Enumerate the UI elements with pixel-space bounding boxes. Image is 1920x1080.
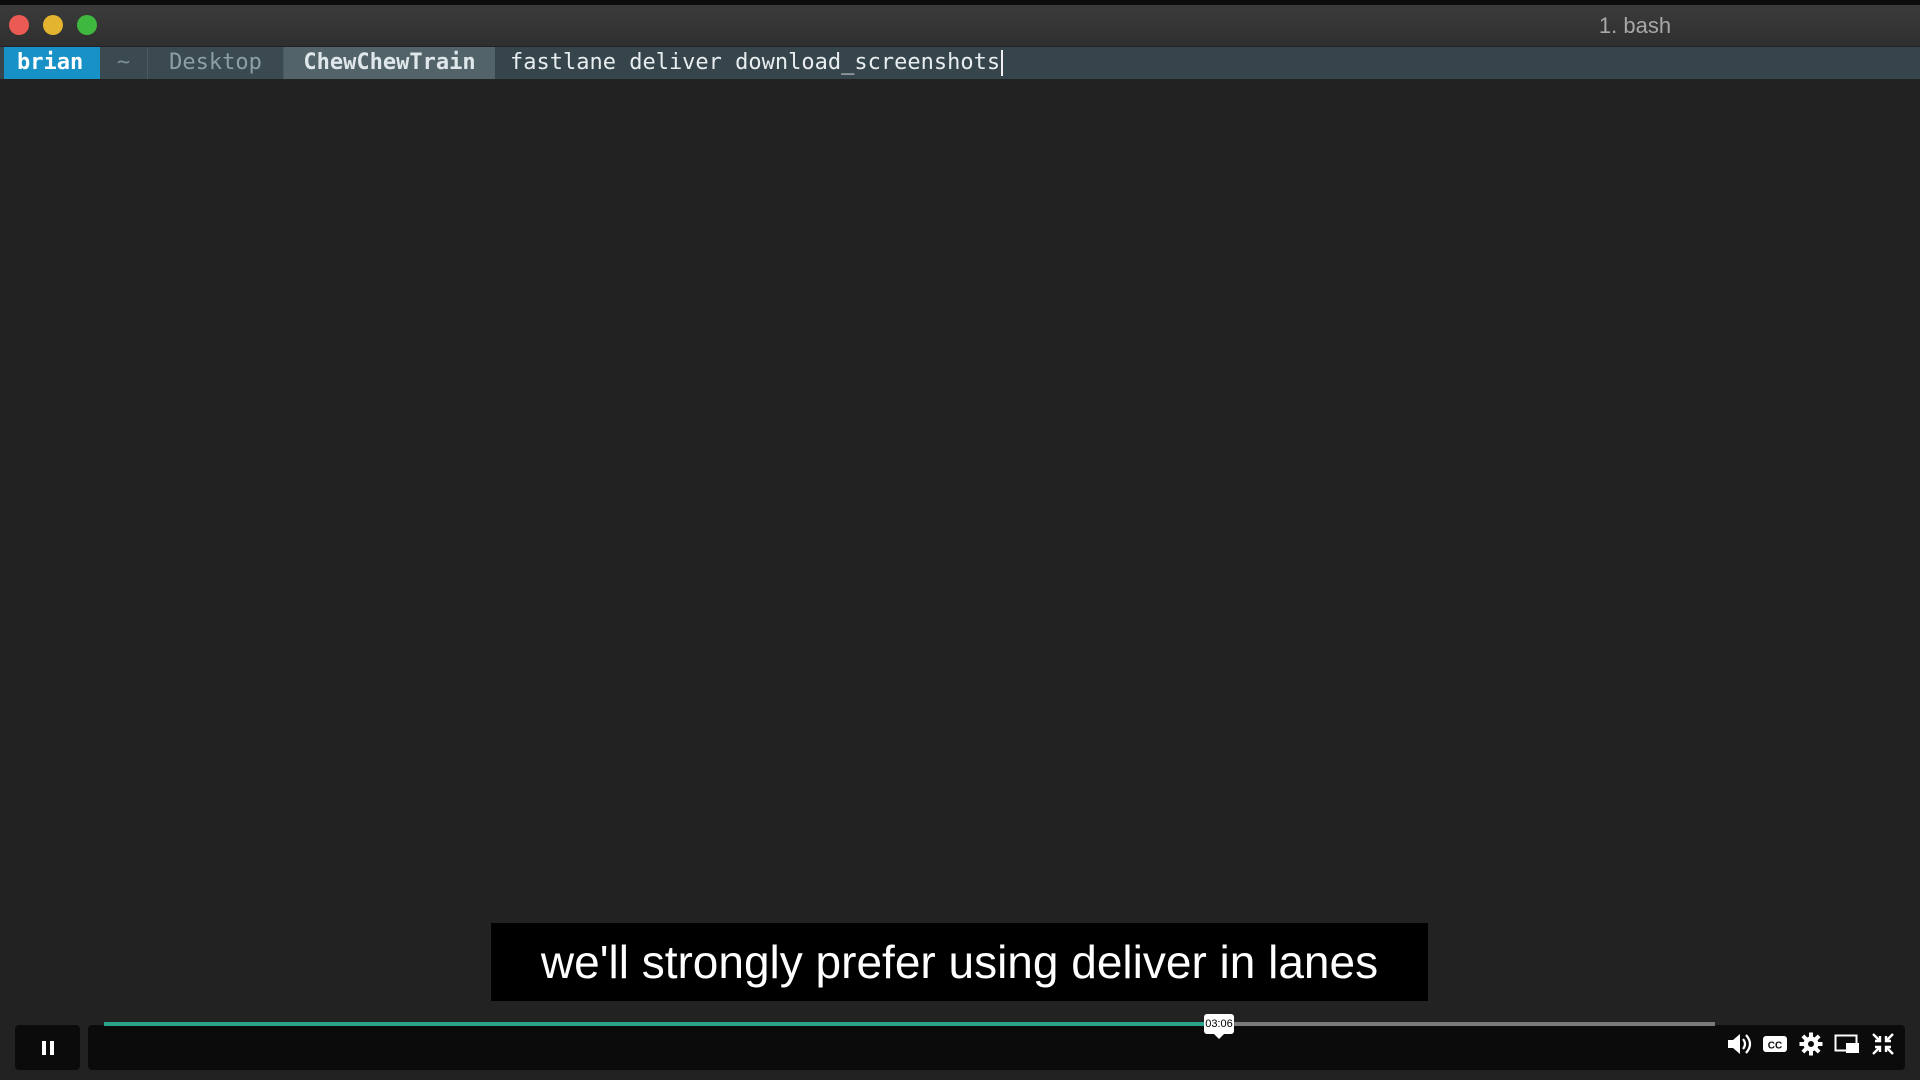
zoom-window-button[interactable] bbox=[77, 15, 97, 35]
command-text: fastlane deliver download_screenshots bbox=[510, 50, 1001, 75]
window-titlebar: 1. bash bbox=[0, 0, 1920, 46]
svg-text:CC: CC bbox=[1768, 1041, 1782, 1052]
pause-button[interactable] bbox=[15, 1025, 80, 1070]
subtitle-caption: we'll strongly prefer using deliver in l… bbox=[491, 923, 1428, 1001]
terminal-prompt-line: brian ~ Desktop ChewChewTrain fastlane d… bbox=[0, 47, 1920, 79]
close-window-button[interactable] bbox=[9, 15, 29, 35]
pip-button[interactable] bbox=[1833, 1030, 1861, 1058]
text-cursor bbox=[1001, 50, 1004, 76]
progress-bar[interactable] bbox=[104, 1022, 1715, 1026]
minimize-window-button[interactable] bbox=[43, 15, 63, 35]
prompt-path-desktop: Desktop bbox=[147, 47, 283, 79]
prompt-home-segment: ~ bbox=[100, 47, 147, 79]
settings-button[interactable] bbox=[1797, 1030, 1825, 1058]
pause-icon bbox=[41, 1040, 54, 1055]
volume-icon bbox=[1728, 1034, 1752, 1054]
cc-icon: CC bbox=[1763, 1036, 1787, 1052]
prompt-user-segment: brian bbox=[4, 47, 100, 79]
exit-fullscreen-icon bbox=[1872, 1033, 1894, 1055]
progress-fill bbox=[104, 1022, 1216, 1026]
video-controls bbox=[0, 1020, 1920, 1080]
prompt-path-repo: ChewChewTrain bbox=[283, 47, 495, 79]
time-tooltip: 03:06 bbox=[1204, 1014, 1234, 1039]
volume-button[interactable] bbox=[1725, 1030, 1753, 1058]
progress-bar-container bbox=[88, 1025, 1905, 1070]
captions-button[interactable]: CC bbox=[1761, 1030, 1789, 1058]
pip-icon bbox=[1834, 1034, 1859, 1053]
settings-icon bbox=[1799, 1032, 1823, 1056]
window-title: 1. bash bbox=[1598, 13, 1672, 38]
exit-fullscreen-button[interactable] bbox=[1869, 1030, 1897, 1058]
command-input[interactable]: fastlane deliver download_screenshots bbox=[510, 47, 1004, 79]
